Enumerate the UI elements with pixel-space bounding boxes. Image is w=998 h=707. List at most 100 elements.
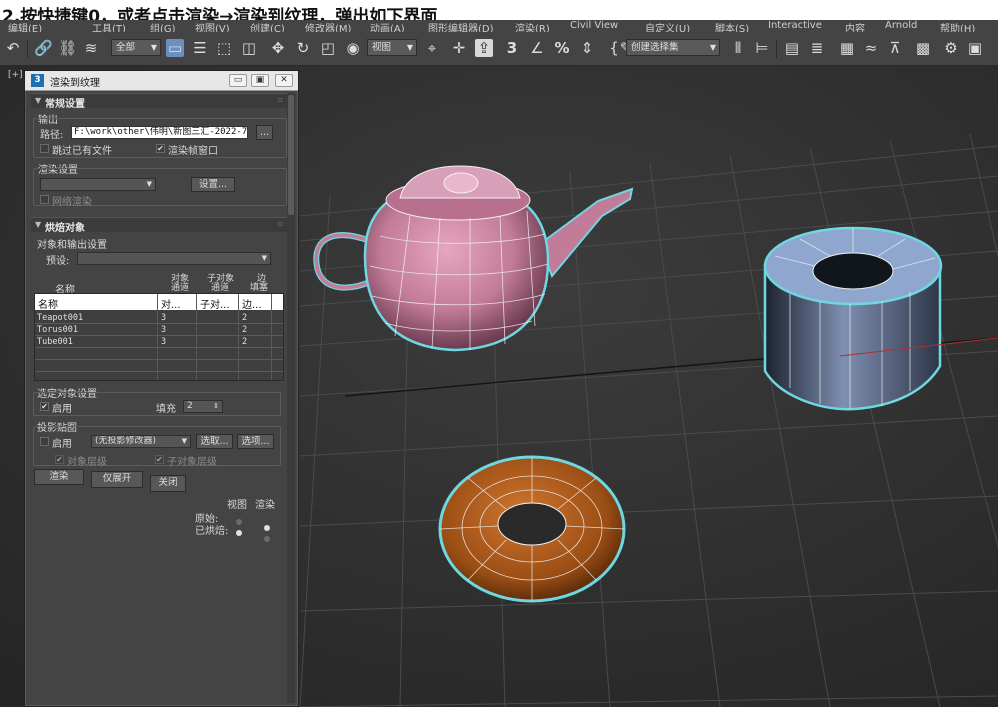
toolbar-separator: [776, 40, 777, 58]
material-editor-icon[interactable]: ▩: [914, 39, 932, 57]
toggle-ribbon-icon[interactable]: ▦: [838, 39, 856, 57]
table-row[interactable]: Torus001 3 2: [35, 324, 283, 336]
keyboard-shortcut-override-icon[interactable]: ⇪: [475, 39, 493, 57]
rollout-objects-to-bake[interactable]: ▼ 烘焙对象 ▫: [31, 217, 287, 234]
render-original-radio[interactable]: [264, 525, 270, 531]
object-level-label: 对象层级: [67, 457, 107, 468]
network-render-checkbox[interactable]: [40, 195, 49, 204]
minimize-button[interactable]: ▭: [229, 74, 247, 87]
rendered-frame-window-icon[interactable]: ▣: [966, 39, 984, 57]
schematic-view-icon[interactable]: ⊼: [886, 39, 904, 57]
view-original-radio[interactable]: [236, 519, 242, 525]
percent-snap-icon[interactable]: %: [553, 39, 571, 57]
path-label: 路径:: [40, 130, 64, 141]
select-object-icon[interactable]: ▭: [166, 39, 184, 57]
window-crossing-icon[interactable]: ◫: [240, 39, 258, 57]
menu-arnold[interactable]: Arnold: [885, 20, 917, 31]
rollout-general-settings[interactable]: ▼ 常规设置 ▫: [31, 93, 287, 110]
layer-explorer-icon[interactable]: ≣: [808, 39, 826, 57]
spinner-snap-icon[interactable]: ⇕: [578, 39, 596, 57]
column-edge-bottom: 填塞: [250, 283, 269, 293]
rollout-title: 烘焙对象: [45, 223, 85, 234]
view-baked-radio[interactable]: [236, 530, 242, 536]
preset-label: 预设:: [46, 256, 70, 267]
viewport-label[interactable]: [+]: [8, 70, 23, 80]
undo-icon[interactable]: ↶: [4, 39, 22, 57]
curve-editor-icon[interactable]: ≈: [862, 39, 880, 57]
rect-selection-region-icon[interactable]: ⬚: [215, 39, 233, 57]
menu-interactive[interactable]: Interactive: [768, 20, 822, 31]
angle-snap-icon[interactable]: ∠: [528, 39, 546, 57]
select-by-name-icon[interactable]: ☰: [191, 39, 209, 57]
align-icon[interactable]: ⊨: [753, 39, 771, 57]
close-window-button[interactable]: ✕: [275, 74, 293, 87]
toolbar-separator: [27, 40, 28, 58]
unwrap-only-button[interactable]: 仅展开: [91, 471, 143, 488]
move-icon[interactable]: ✥: [269, 39, 287, 57]
row-edge-padding: 2: [242, 313, 248, 323]
render-baked-radio[interactable]: [264, 536, 270, 542]
close-button[interactable]: 关闭: [150, 475, 186, 492]
link-icon[interactable]: 🔗: [34, 39, 53, 57]
projection-modifier-dropdown[interactable]: (无投影修改器) ▼: [91, 435, 191, 448]
render-frame-window-checkbox[interactable]: ✔: [156, 144, 165, 153]
subobject-level-checkbox[interactable]: ✔: [155, 455, 164, 464]
restore-button[interactable]: ▣: [251, 74, 269, 87]
rotate-icon[interactable]: ↻: [294, 39, 312, 57]
options-button[interactable]: 选项...: [237, 434, 274, 449]
select-manipulate-icon[interactable]: ✛: [450, 39, 468, 57]
render-button[interactable]: 渲染: [34, 469, 84, 485]
selection-filter-value: 全部: [116, 42, 136, 53]
object-level-checkbox[interactable]: ✔: [55, 455, 64, 464]
render-to-texture-dialog: 3 渲染到纹理 ▭ ▣ ✕ ▼ 常规设置 ▫ 输出 路径: F:\work\ot…: [24, 70, 299, 707]
row-obj-channel: 3: [161, 325, 167, 335]
th-edge-padding[interactable]: 边...: [242, 296, 262, 311]
th-object-channel[interactable]: 对...: [161, 296, 181, 311]
pivot-center-icon[interactable]: ⌖: [423, 39, 441, 57]
menu-bar: 编辑(E) 工具(T) 组(G) 视图(V) 创建(C) 修改器(M) 动画(A…: [0, 20, 998, 35]
pick-button[interactable]: 选取...: [196, 434, 233, 449]
chevron-down-icon: ▼: [261, 254, 267, 262]
table-header-row: 名称 对... 子对... 边...: [35, 294, 283, 311]
dialog-scrollbar[interactable]: [287, 93, 295, 703]
th-subobject-channel[interactable]: 子对...: [200, 296, 230, 311]
row-name: Torus001: [37, 325, 78, 335]
scene-explorer-icon[interactable]: ▤: [783, 39, 801, 57]
network-render-label: 网络渲染: [52, 197, 92, 208]
selection-filter-dropdown[interactable]: 全部 ▼: [111, 39, 161, 56]
browse-path-button[interactable]: ...: [256, 125, 273, 140]
output-path-field[interactable]: F:\work\other\伟明\新图三汇-2022-7-26: [71, 126, 248, 139]
rollout-grip-icon: ▫: [277, 95, 283, 104]
torus-object[interactable]: [438, 455, 626, 603]
row-name: Tube001: [37, 337, 73, 347]
reference-coordinate-dropdown[interactable]: 视图 ▼: [367, 39, 417, 56]
bake-objects-table[interactable]: 名称 对... 子对... 边... Teapot001 3 2 Torus00…: [34, 293, 284, 381]
menu-civil-view[interactable]: Civil View: [570, 20, 618, 31]
th-name[interactable]: 名称: [38, 296, 58, 311]
scrollbar-thumb[interactable]: [288, 95, 294, 215]
mirror-icon[interactable]: ⫴: [729, 39, 747, 57]
table-row[interactable]: Tube001 3 2: [35, 336, 283, 348]
skip-existing-checkbox[interactable]: [40, 144, 49, 153]
table-row[interactable]: Teapot001 3 2: [35, 312, 283, 324]
padding-spinner[interactable]: 2 ⇕: [183, 400, 223, 413]
unlink-icon[interactable]: ⛓: [58, 39, 77, 57]
bake-preset-dropdown[interactable]: ▼: [77, 252, 271, 265]
chevron-down-icon: ▼: [146, 180, 152, 188]
place-icon[interactable]: ◉: [344, 39, 362, 57]
projection-modifier-value: (无投影修改器): [95, 436, 157, 446]
selected-enable-checkbox[interactable]: ✔: [40, 402, 49, 411]
dialog-titlebar[interactable]: 3 渲染到纹理 ▭ ▣ ✕: [25, 71, 298, 91]
named-selection-set-dropdown[interactable]: 创建选择集 ▼: [626, 39, 720, 56]
render-preset-dropdown[interactable]: ▼: [40, 178, 156, 191]
bind-space-warp-icon[interactable]: ≋: [82, 39, 100, 57]
column-obj-channel-bottom: 通道: [171, 283, 190, 293]
chevron-down-icon: ▼: [181, 437, 187, 445]
render-setup-icon[interactable]: ⚙: [942, 39, 960, 57]
scale-icon[interactable]: ◰: [319, 39, 337, 57]
snaps-toggle-icon[interactable]: 3: [503, 39, 521, 57]
projection-enable-checkbox[interactable]: [40, 437, 49, 446]
chevron-down-icon: ▼: [709, 43, 716, 52]
chevron-down-icon: ▼: [150, 43, 157, 52]
render-settings-button[interactable]: 设置...: [191, 177, 235, 192]
